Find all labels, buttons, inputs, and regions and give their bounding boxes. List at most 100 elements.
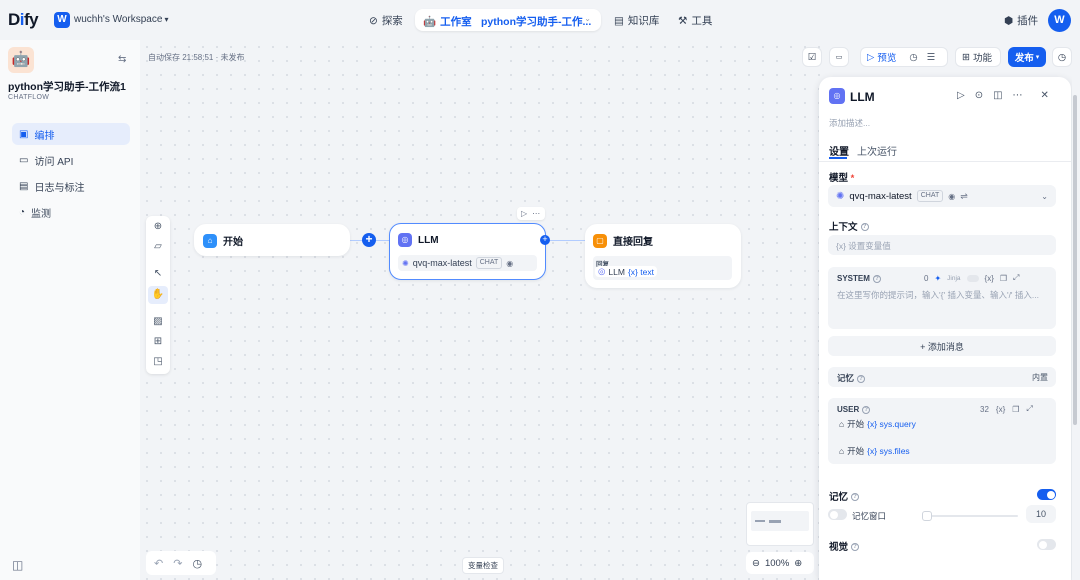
minimap[interactable]: [746, 502, 814, 546]
version-history-button[interactable]: ◷: [1052, 47, 1072, 67]
zoom-level[interactable]: 100%: [765, 558, 789, 569]
close-icon[interactable]: ✕: [1041, 90, 1049, 101]
app-title: python学习助手-工作流1: [8, 81, 126, 93]
memory-window-input[interactable]: 10: [1026, 505, 1056, 523]
plugins-button[interactable]: ⬢ 插件: [1004, 13, 1038, 28]
nav-studio[interactable]: 🤖 工作室 python学习助手-工作... ⌄: [415, 9, 601, 31]
sidebar-item-api[interactable]: ▭ 访问 API: [12, 149, 130, 171]
user-var-files: ⌂ 开始 {x} sys.files: [839, 446, 910, 456]
variable-inspect-button[interactable]: 变量检查: [462, 557, 504, 574]
memory-window-toggle[interactable]: [828, 509, 847, 520]
env-icon: ▭: [835, 54, 843, 61]
node-llm-model: ✺ qvq-max-latest CHAT ◉: [398, 255, 537, 271]
zoom-in-icon[interactable]: ⊕: [794, 558, 802, 569]
redo-icon[interactable]: ↷: [173, 557, 182, 570]
env-button[interactable]: ▭: [829, 47, 849, 67]
run-history-icon[interactable]: ◷: [909, 52, 917, 63]
export-image-icon[interactable]: ▨: [146, 316, 170, 327]
robot-icon: 🤖: [423, 16, 437, 28]
monitor-icon: ◔: [19, 206, 26, 218]
copy-icon[interactable]: ❐: [1000, 274, 1007, 283]
chevron-down-icon[interactable]: ⌄: [584, 14, 591, 23]
variable-icon[interactable]: {x}: [985, 274, 994, 283]
jinja-toggle[interactable]: [966, 274, 979, 282]
tab-last-run[interactable]: 上次运行: [857, 143, 897, 158]
nav-knowledge[interactable]: ▤ 知识库: [614, 13, 659, 28]
llm-output-handle[interactable]: +: [540, 235, 550, 245]
node-llm-actions: ▷ ⋯: [517, 207, 545, 220]
workspace-name: wuchh's Workspace: [74, 14, 163, 25]
user-avatar[interactable]: W: [1048, 9, 1071, 32]
more-icon[interactable]: ⋯: [532, 209, 540, 218]
expand-icon[interactable]: ⤢: [1013, 273, 1019, 283]
add-node-icon[interactable]: ⊕: [146, 221, 170, 232]
play-icon[interactable]: ▷: [521, 209, 527, 218]
sidebar-item-logs[interactable]: ▤ 日志与标注: [12, 175, 130, 197]
cube-icon: ⬢: [1004, 14, 1014, 27]
sparkle-icon[interactable]: ✦: [934, 274, 941, 283]
run-node-icon[interactable]: ▷: [957, 90, 965, 101]
pointer-icon[interactable]: ↖: [146, 268, 170, 279]
copy-icon[interactable]: ❐: [1012, 405, 1019, 414]
node-llm[interactable]: ◎ LLM ✺ qvq-max-latest CHAT ◉: [389, 223, 546, 280]
publish-button[interactable]: 发布 ▾: [1008, 47, 1046, 67]
nav-tools[interactable]: ⚒ 工具: [678, 13, 712, 28]
memory-window-label: 记忆窗口: [852, 511, 887, 521]
help-circle-icon[interactable]: ⊙: [975, 90, 983, 101]
hand-icon[interactable]: ✋: [148, 286, 168, 304]
autosave-status: 自动保存 21:58:51 · 未发布: [148, 53, 245, 62]
panel-layout-icon[interactable]: ◫: [993, 90, 1002, 101]
model-params-icon[interactable]: ⇌: [960, 191, 968, 202]
description-input[interactable]: 添加描述...: [829, 117, 870, 129]
checklist-list-icon[interactable]: ☰: [927, 52, 936, 63]
layout-icon: ▣: [19, 128, 29, 140]
add-node-plus-button[interactable]: +: [362, 233, 376, 247]
user-var-query: ⌂ 开始 {x} sys.query: [839, 419, 916, 429]
home-icon: ⌂: [839, 446, 845, 456]
help-icon: ?: [860, 223, 869, 232]
node-llm-title: LLM: [418, 234, 439, 246]
node-answer[interactable]: ▢ 直接回复 回复 ◎ LLM {x} text: [585, 224, 741, 288]
organize-icon[interactable]: ⊞: [146, 336, 170, 347]
sidebar-item-orchestrate[interactable]: ▣ 编排: [12, 123, 130, 145]
left-sidebar: 🤖 ⇆ python学习助手-工作流1 CHATFLOW ▣ 编排 ▭ 访问 A…: [0, 40, 140, 580]
nav-app-name[interactable]: python学习助手-工作...: [481, 14, 591, 29]
vision-toggle[interactable]: [1037, 539, 1056, 550]
model-selector[interactable]: ✺ qvq-max-latest CHAT ◉ ⇌ ⌄: [828, 185, 1056, 207]
dify-logo[interactable]: Dify: [8, 10, 39, 30]
memory-row-value[interactable]: 内置: [1032, 372, 1048, 383]
slider-thumb[interactable]: [922, 511, 932, 521]
note-icon[interactable]: ▱: [146, 241, 170, 252]
context-variable-input[interactable]: {x} 设置变量值: [828, 235, 1056, 255]
features-button[interactable]: ⊞ 功能: [955, 47, 1001, 67]
system-prompt-input[interactable]: 在这里写你的提示词，输入'{' 插入变量、输入'/' 插入...: [837, 289, 1049, 301]
history-icon[interactable]: ◷: [192, 557, 202, 570]
llm-small-icon: ◎: [598, 266, 606, 276]
variable-icon[interactable]: {x}: [996, 405, 1005, 414]
undo-icon[interactable]: ↶: [154, 557, 163, 570]
workspace-switcher[interactable]: wuchh's Workspace ▾: [74, 14, 168, 25]
tab-settings[interactable]: 设置: [829, 143, 849, 158]
vision-label: 视觉?: [829, 539, 860, 553]
panel-scroll-thumb[interactable]: [1073, 95, 1077, 425]
checklist-button[interactable]: ☑: [802, 47, 822, 67]
workflow-canvas[interactable]: 自动保存 21:58:51 · 未发布: [140, 40, 820, 580]
sidebar-item-monitor[interactable]: ◔ 监测: [12, 201, 130, 223]
help-icon: ?: [857, 374, 866, 383]
zoom-out-icon[interactable]: ⊖: [752, 558, 760, 569]
preview-button[interactable]: 预览: [877, 50, 896, 64]
workspace-badge[interactable]: W: [54, 12, 70, 28]
memory-toggle[interactable]: [1037, 489, 1056, 500]
more-icon[interactable]: ⋯: [1013, 90, 1023, 101]
nav-explore[interactable]: ⊘ 探索: [369, 13, 403, 28]
panel-title[interactable]: LLM: [850, 90, 875, 104]
llm-brain-icon: ◎: [829, 88, 845, 104]
add-message-button[interactable]: + 添加消息: [828, 336, 1056, 356]
memory-window-slider[interactable]: [922, 511, 1018, 521]
grid-icon: ⊞: [962, 51, 970, 63]
expand-icon[interactable]: ⤢: [1026, 404, 1032, 414]
sliders-icon[interactable]: ⇆: [118, 54, 126, 65]
minimap-toggle-icon[interactable]: ◳: [146, 356, 170, 367]
node-start[interactable]: ⌂ 开始: [194, 224, 350, 256]
expand-sidebar-icon[interactable]: ◫: [12, 558, 23, 572]
